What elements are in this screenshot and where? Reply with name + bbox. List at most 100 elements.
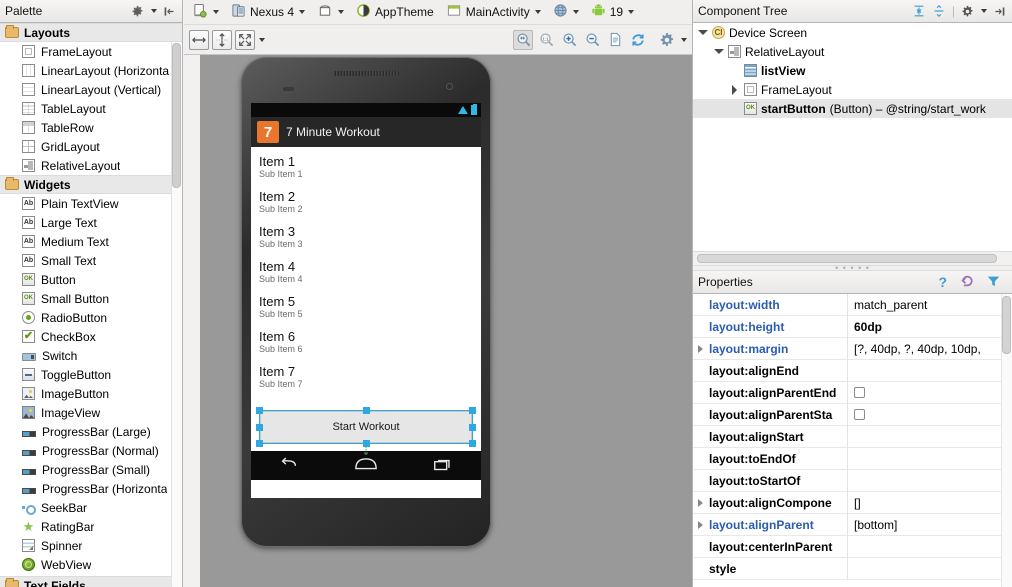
palette-item-framelayout[interactable]: FrameLayout (0, 42, 182, 61)
design-canvas[interactable]: 7 7 Minute Workout Item 1 Sub Item 1 Ite… (184, 55, 692, 587)
fill-vertical-icon[interactable] (212, 30, 232, 50)
palette-item-medium-text[interactable]: Ab Medium Text (0, 232, 182, 251)
palette-item-tablelayout[interactable]: TableLayout (0, 99, 182, 118)
chevron-down-icon[interactable] (981, 9, 987, 13)
chevron-down-icon[interactable] (259, 38, 265, 42)
palette-item-switch[interactable]: Switch (0, 346, 182, 365)
palette-item-radiobutton[interactable]: RadioButton (0, 308, 182, 327)
list-item[interactable]: Item 5 Sub Item 5 (251, 291, 481, 326)
recents-nav-icon[interactable] (432, 456, 454, 475)
palette-group-widgets[interactable]: Widgets (0, 175, 182, 194)
collapse-panel-icon[interactable] (992, 4, 1007, 19)
tree-node-relativelayout[interactable]: RelativeLayout (693, 42, 1012, 61)
api-button[interactable]: 19 (586, 2, 639, 22)
palette-item-plain-textview[interactable]: Ab Plain TextView (0, 194, 182, 213)
fill-horizontal-icon[interactable] (189, 30, 209, 50)
chevron-right-icon[interactable] (729, 84, 740, 95)
palette-list[interactable]: Layouts FrameLayout LinearLayout (Horizo… (0, 23, 182, 587)
checkbox-icon[interactable] (854, 409, 865, 420)
list-item[interactable]: Item 3 Sub Item 3 (251, 221, 481, 256)
property-value[interactable] (847, 558, 1012, 580)
property-value[interactable] (847, 382, 1012, 404)
palette-item-togglebutton[interactable]: ToggleButton (0, 365, 182, 384)
list-item[interactable]: Item 6 Sub Item 6 (251, 326, 481, 361)
property-value[interactable] (847, 360, 1012, 382)
properties-scrollbar-thumb[interactable] (1002, 296, 1011, 354)
property-row[interactable]: layout:alignStart (693, 426, 1012, 448)
device-screen[interactable]: 7 7 Minute Workout Item 1 Sub Item 1 Ite… (251, 103, 481, 498)
property-row[interactable]: layout:margin [?, 40dp, ?, 40dp, 10dp, (693, 338, 1012, 360)
activity-button[interactable]: MainActivity (441, 2, 546, 22)
palette-scrollbar-thumb[interactable] (172, 43, 181, 188)
property-row[interactable]: layout:toEndOf (693, 448, 1012, 470)
property-row[interactable]: layout:alignParent [bottom] (693, 514, 1012, 536)
component-tree-body[interactable]: CI Device Screen RelativeLayout listView… (693, 23, 1012, 251)
property-value[interactable]: [bottom] (847, 514, 1012, 536)
chevron-down-icon[interactable] (713, 46, 724, 57)
property-value[interactable]: [] (847, 492, 1012, 514)
property-value[interactable]: [?, 40dp, ?, 40dp, 10dp, (847, 338, 1012, 360)
theme-button[interactable]: AppTheme (351, 2, 439, 22)
list-item[interactable]: Item 2 Sub Item 2 (251, 186, 481, 221)
zoom-fit-icon[interactable] (513, 30, 533, 50)
property-row[interactable]: layout:centerInParent (693, 536, 1012, 558)
palette-item-gridlayout[interactable]: GridLayout (0, 137, 182, 156)
expand-icon[interactable] (693, 499, 707, 507)
locale-button[interactable] (548, 2, 584, 22)
collapse-panel-icon[interactable] (162, 4, 177, 19)
tree-node-framelayout[interactable]: FrameLayout (693, 80, 1012, 99)
palette-item-spinner[interactable]: Spinner (0, 536, 182, 555)
palette-item-imagebutton[interactable]: ImageButton (0, 384, 182, 403)
property-row[interactable]: style (693, 558, 1012, 580)
zoom-out-icon[interactable] (582, 30, 602, 50)
palette-item-tablerow[interactable]: TableRow (0, 118, 182, 137)
back-nav-icon[interactable] (278, 456, 300, 475)
zoom-in-icon[interactable] (559, 30, 579, 50)
palette-item-progressbar-large[interactable]: ProgressBar (Large) (0, 422, 182, 441)
property-value[interactable]: match_parent (847, 294, 1012, 316)
gear-icon[interactable] (130, 4, 145, 19)
property-row[interactable]: layout:alignParentSta (693, 404, 1012, 426)
document-icon[interactable] (605, 30, 625, 50)
palette-item-small-text[interactable]: Ab Small Text (0, 251, 182, 270)
palette-item-seekbar[interactable]: SeekBar (0, 498, 182, 517)
list-item[interactable]: Item 4 Sub Item 4 (251, 256, 481, 291)
property-value[interactable] (847, 426, 1012, 448)
palette-item-button[interactable]: OK Button (0, 270, 182, 289)
filter-icon[interactable] (986, 274, 1001, 291)
property-row[interactable]: layout:alignParentEnd (693, 382, 1012, 404)
refresh-icon[interactable] (628, 30, 648, 50)
property-row[interactable]: layout:height 60dp (693, 316, 1012, 338)
orientation-button[interactable] (312, 2, 349, 22)
property-value[interactable] (847, 448, 1012, 470)
listview-preview[interactable]: Item 1 Sub Item 1 Item 2 Sub Item 2 Item… (251, 147, 481, 405)
property-value[interactable] (847, 470, 1012, 492)
tree-node-device-screen[interactable]: CI Device Screen (693, 23, 1012, 42)
palette-item-progressbar-normal[interactable]: ProgressBar (Normal) (0, 441, 182, 460)
chevron-down-icon[interactable] (697, 27, 708, 38)
help-icon[interactable]: ? (938, 274, 947, 290)
property-value[interactable] (847, 536, 1012, 558)
device-config-button[interactable] (188, 2, 224, 22)
expand-icon[interactable] (693, 345, 707, 353)
collapse-all-icon[interactable] (932, 4, 947, 19)
gear-icon[interactable] (657, 30, 677, 50)
undo-icon[interactable] (959, 274, 974, 291)
property-row[interactable]: layout:toStartOf (693, 470, 1012, 492)
start-workout-button[interactable]: Start Workout (260, 411, 472, 443)
palette-item-small-button[interactable]: OK Small Button (0, 289, 182, 308)
palette-item-large-text[interactable]: Ab Large Text (0, 213, 182, 232)
properties-table[interactable]: layout:width match_parent layout:height … (693, 294, 1012, 587)
tree-node-startbutton[interactable]: OK startButton (Button) – @string/start_… (693, 99, 1012, 118)
tree-node-listview[interactable]: listView (693, 61, 1012, 80)
gear-icon[interactable] (960, 4, 975, 19)
palette-item-progressbar-small[interactable]: ProgressBar (Small) (0, 460, 182, 479)
property-row[interactable]: layout:alignEnd (693, 360, 1012, 382)
expand-all-icon[interactable] (912, 4, 927, 19)
home-nav-icon[interactable] (354, 456, 378, 475)
framelayout-preview[interactable]: Start Workout ⇣ (251, 405, 481, 451)
device-button[interactable]: Nexus 4 (226, 2, 310, 22)
property-row[interactable]: layout:width match_parent (693, 294, 1012, 316)
palette-item-progressbar-horizontal[interactable]: ProgressBar (Horizonta (0, 479, 182, 498)
palette-item-webview[interactable]: WebView (0, 555, 182, 574)
